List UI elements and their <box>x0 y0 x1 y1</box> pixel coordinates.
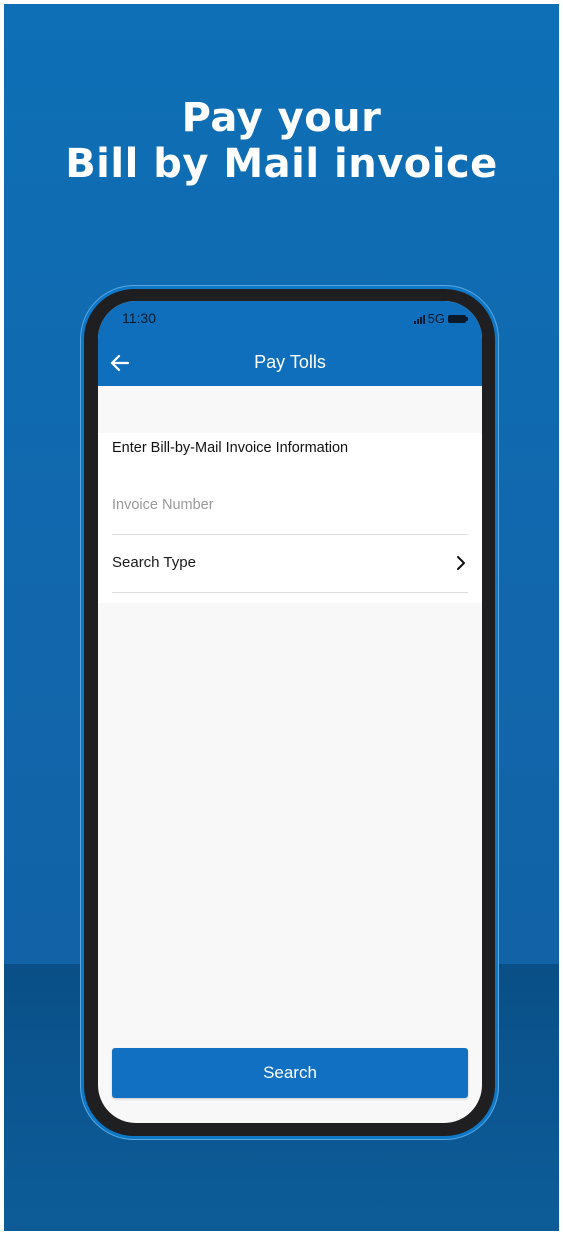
promo-headline: Pay your Bill by Mail invoice <box>0 95 563 187</box>
search-button[interactable]: Search <box>112 1048 468 1098</box>
page-title: Pay Tolls <box>254 352 326 372</box>
invoice-number-field <box>112 476 468 535</box>
signal-icon <box>413 314 425 324</box>
headline-line-2: Bill by Mail invoice <box>65 141 498 187</box>
battery-icon <box>448 314 468 323</box>
status-indicators: 5G <box>413 311 468 326</box>
invoice-number-input[interactable] <box>112 476 468 534</box>
phone-screen: 11:30 5G Pay Tolls Enter Bill-by-Mail In… <box>98 301 482 1123</box>
status-time: 11:30 <box>122 310 156 326</box>
invoice-form: Enter Bill-by-Mail Invoice Information S… <box>98 433 482 603</box>
chevron-right-icon <box>457 556 465 570</box>
app-bar: 11:30 5G Pay Tolls <box>98 301 482 386</box>
search-type-label: Search Type <box>112 554 196 571</box>
network-label: 5G <box>427 311 445 326</box>
search-type-row[interactable]: Search Type <box>112 534 468 593</box>
headline-line-1: Pay your <box>181 95 382 141</box>
form-section-title: Enter Bill-by-Mail Invoice Information <box>112 440 349 456</box>
